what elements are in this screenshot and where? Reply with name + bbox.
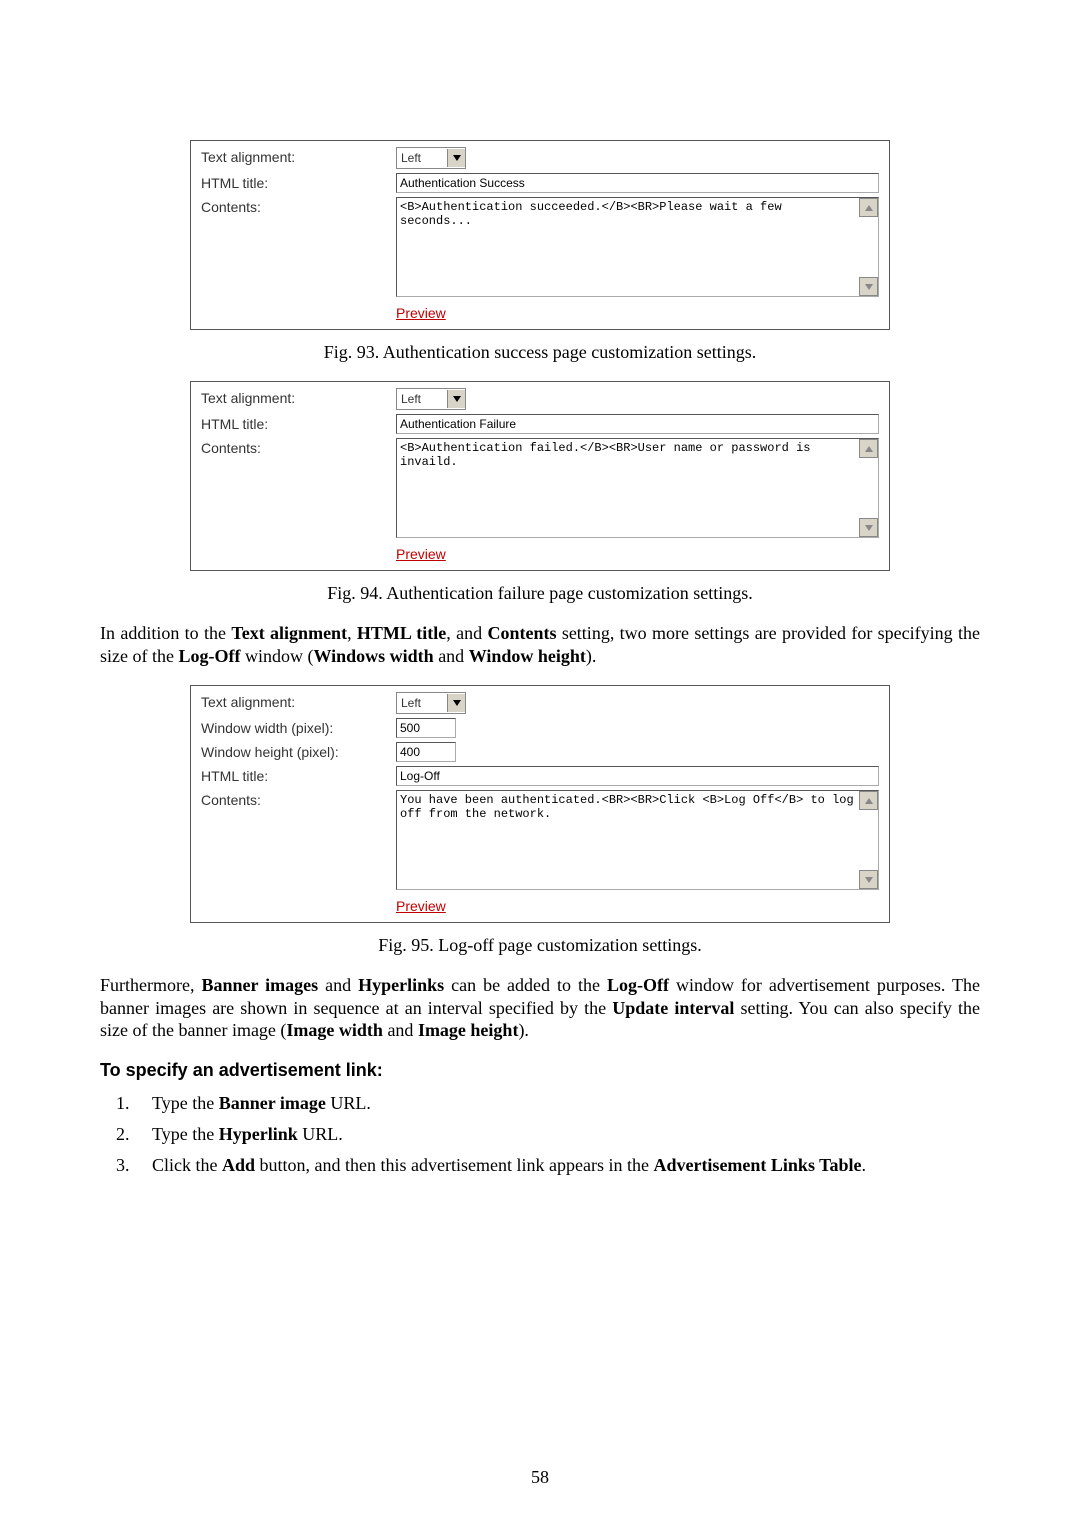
text-alignment-label: Text alignment: [201, 692, 396, 710]
window-width-label: Window width (pixel): [201, 718, 396, 736]
contents-textarea[interactable] [396, 790, 879, 890]
section-heading: To specify an advertisement link: [100, 1060, 980, 1081]
step-1: Type the Banner image URL. [134, 1093, 980, 1114]
paragraph-1: In addition to the Text alignment, HTML … [100, 622, 980, 667]
html-title-input[interactable] [396, 414, 879, 434]
fig95-caption: Fig. 95. Log-off page customization sett… [100, 935, 980, 956]
text-alignment-label: Text alignment: [201, 388, 396, 406]
text-alignment-select[interactable]: Left [396, 388, 466, 410]
contents-label: Contents: [201, 438, 396, 456]
html-title-label: HTML title: [201, 414, 396, 432]
chevron-down-icon[interactable] [447, 390, 465, 408]
page-number: 58 [0, 1467, 1080, 1488]
chevron-down-icon[interactable] [447, 149, 465, 167]
text-alignment-select[interactable]: Left [396, 147, 466, 169]
fig95-panel: Text alignment: Left Window width (pixel… [190, 685, 890, 923]
step-3: Click the Add button, and then this adve… [134, 1155, 980, 1176]
fig93-caption: Fig. 93. Authentication success page cus… [100, 342, 980, 363]
fig94-panel: Text alignment: Left HTML title: Content… [190, 381, 890, 571]
scrollbar-down-icon[interactable] [859, 277, 878, 296]
contents-label: Contents: [201, 790, 396, 808]
fig93-panel: Text alignment: Left HTML title: Content… [190, 140, 890, 330]
html-title-input[interactable] [396, 173, 879, 193]
text-alignment-value: Left [397, 696, 447, 710]
scrollbar-up-icon[interactable] [859, 791, 878, 810]
scrollbar-down-icon[interactable] [859, 870, 878, 889]
scrollbar-up-icon[interactable] [859, 439, 878, 458]
html-title-input[interactable] [396, 766, 879, 786]
text-alignment-value: Left [397, 151, 447, 165]
text-alignment-value: Left [397, 392, 447, 406]
fig94-caption: Fig. 94. Authentication failure page cus… [100, 583, 980, 604]
window-height-input[interactable] [396, 742, 456, 762]
paragraph-2: Furthermore, Banner images and Hyperlink… [100, 974, 980, 1042]
window-height-label: Window height (pixel): [201, 742, 396, 760]
text-alignment-label: Text alignment: [201, 147, 396, 165]
contents-textarea[interactable] [396, 197, 879, 297]
contents-textarea[interactable] [396, 438, 879, 538]
window-width-input[interactable] [396, 718, 456, 738]
html-title-label: HTML title: [201, 766, 396, 784]
scrollbar-up-icon[interactable] [859, 198, 878, 217]
preview-link[interactable]: Preview [396, 305, 446, 321]
scrollbar-down-icon[interactable] [859, 518, 878, 537]
contents-label: Contents: [201, 197, 396, 215]
steps-list: Type the Banner image URL. Type the Hype… [100, 1093, 980, 1176]
chevron-down-icon[interactable] [447, 694, 465, 712]
step-2: Type the Hyperlink URL. [134, 1124, 980, 1145]
html-title-label: HTML title: [201, 173, 396, 191]
preview-link[interactable]: Preview [396, 898, 446, 914]
preview-link[interactable]: Preview [396, 546, 446, 562]
text-alignment-select[interactable]: Left [396, 692, 466, 714]
